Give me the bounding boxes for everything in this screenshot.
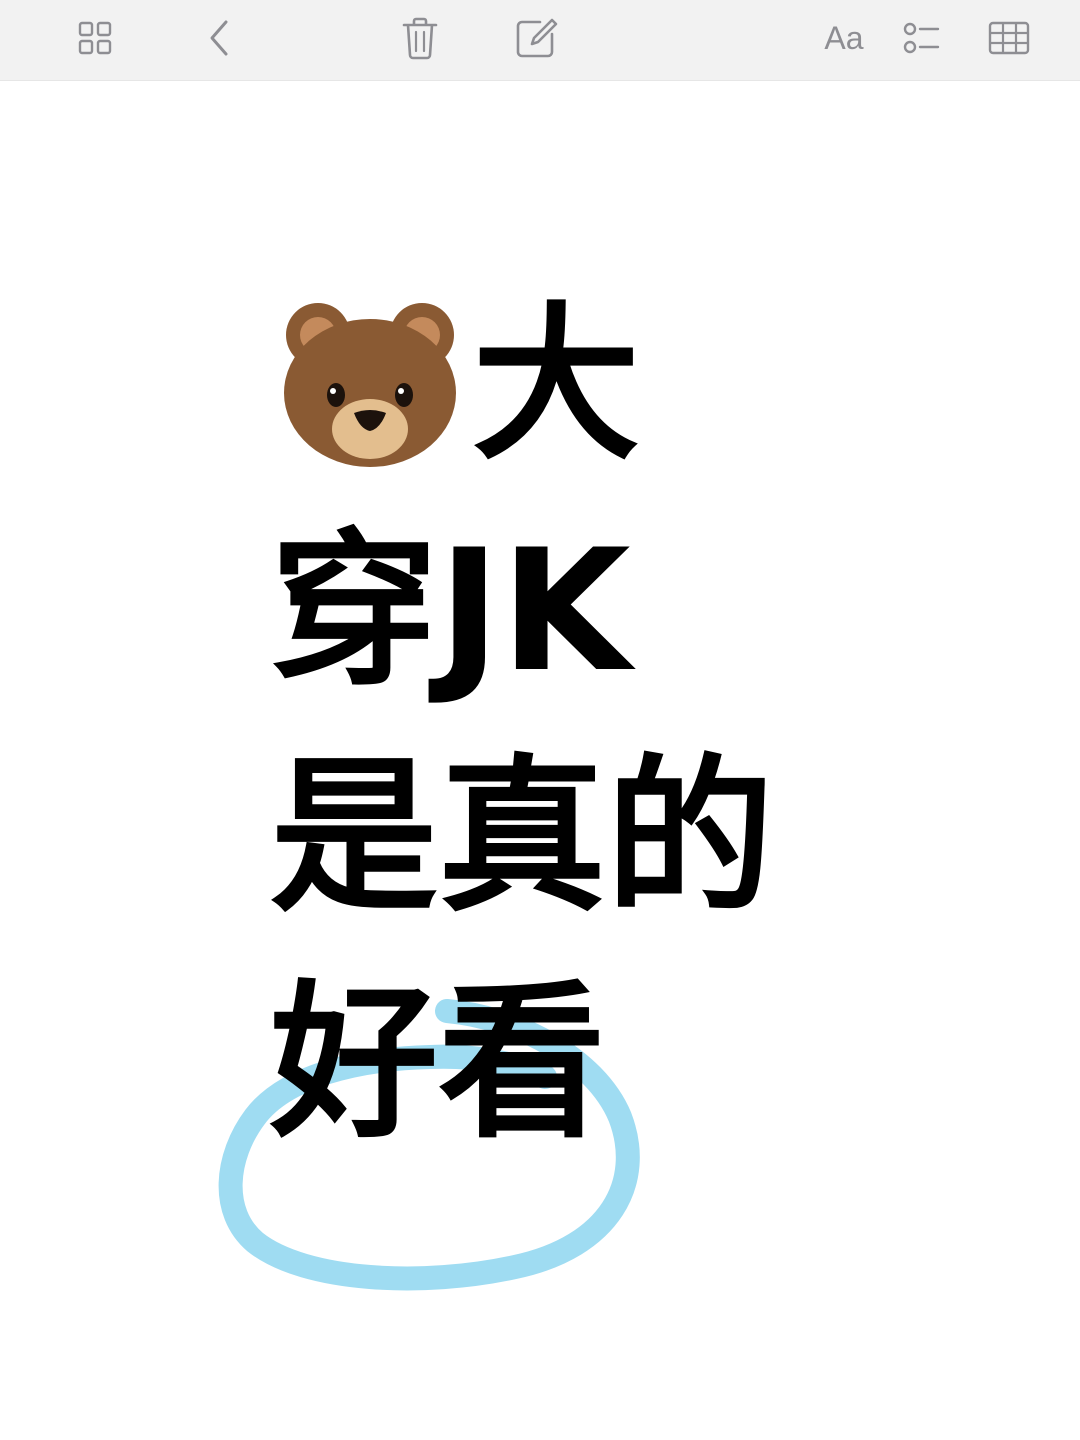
- delete-button[interactable]: [392, 12, 448, 64]
- note-line-1: 大: [280, 297, 640, 469]
- note-body[interactable]: 大 穿JK 是真的 好看: [0, 81, 1080, 1440]
- back-button[interactable]: [192, 12, 248, 64]
- table-button[interactable]: [981, 12, 1037, 64]
- bear-face-icon: [284, 303, 456, 467]
- notes-toolbar: Aa: [0, 0, 1080, 81]
- note-line-3: 是真的: [270, 739, 774, 935]
- compose-button[interactable]: [508, 12, 564, 64]
- checklist-icon: [903, 22, 940, 54]
- line-1-text: 大: [472, 287, 640, 483]
- note-line-2: 穿JK: [270, 513, 631, 709]
- chevron-left-icon: [210, 20, 228, 56]
- checklist-button[interactable]: [894, 12, 950, 64]
- font-format-icon: Aa: [824, 19, 864, 56]
- grid-view-icon: [78, 21, 112, 55]
- gallery-view-button[interactable]: [67, 12, 123, 64]
- note-line-4: 好看: [270, 965, 606, 1161]
- table-icon: [988, 21, 1030, 55]
- text-format-button[interactable]: Aa: [814, 12, 874, 64]
- compose-icon: [516, 18, 558, 58]
- trash-icon: [402, 17, 438, 60]
